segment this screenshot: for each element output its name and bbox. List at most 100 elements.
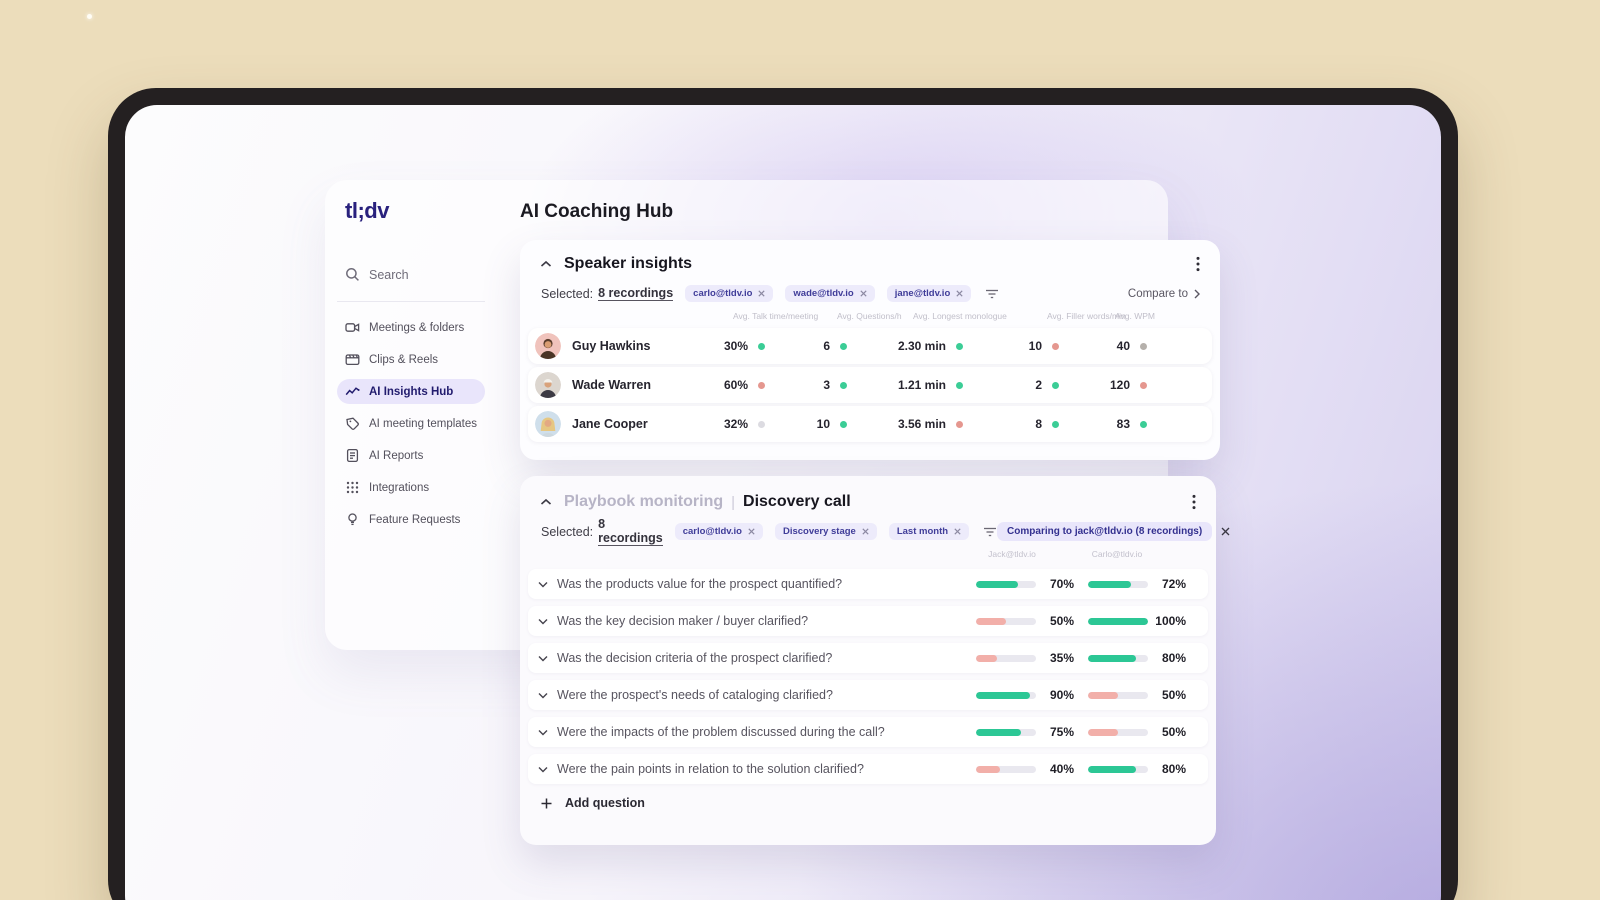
search-input[interactable]: Search	[345, 267, 409, 282]
grid-dots-icon	[346, 481, 359, 494]
chevron-down-icon[interactable]	[538, 618, 548, 625]
avatar	[535, 411, 561, 437]
percent-value: 50%	[1161, 725, 1186, 739]
table-row[interactable]: Guy Hawkins 30% 6 2.30 min 10 40	[528, 328, 1212, 364]
status-dot	[839, 420, 847, 428]
compare-to-button[interactable]: Compare to	[1128, 288, 1200, 300]
table-column-headers: Avg. Talk time/meeting Avg. Questions/h …	[528, 311, 1198, 322]
filler-words-value: 10	[1028, 339, 1042, 353]
table-row[interactable]: Jane Cooper 32% 10 3.56 min 8 83	[528, 406, 1212, 442]
chevron-down-icon[interactable]	[538, 766, 548, 773]
speaker-name: Jane Cooper	[572, 417, 648, 431]
sidebar-item-integrations[interactable]: Integrations	[337, 475, 485, 500]
close-icon[interactable]	[862, 528, 869, 535]
filler-words-value: 2	[1035, 378, 1042, 392]
chevron-down-icon[interactable]	[538, 655, 548, 662]
question-row[interactable]: Was the products value for the prospect …	[528, 569, 1208, 599]
column-header: Avg. Talk time/meeting	[733, 311, 819, 321]
comparison-column-labels: Jack@tldv.io Carlo@tldv.io	[528, 549, 1205, 561]
page-title: AI Coaching Hub	[520, 201, 674, 222]
status-dot	[757, 342, 765, 350]
chevron-up-icon[interactable]	[540, 260, 552, 268]
question-row[interactable]: Was the decision criteria of the prospec…	[528, 643, 1208, 673]
percent-value: 40%	[1049, 762, 1074, 776]
sidebar-item-meetings-folders[interactable]: Meetings & folders	[337, 315, 485, 340]
status-dot	[839, 342, 847, 350]
speaker-insights-card: Speaker insights Selected: 8 recordings …	[520, 240, 1220, 460]
question-row[interactable]: Were the impacts of the problem discusse…	[528, 717, 1208, 747]
sidebar-item-ai-reports[interactable]: AI Reports	[337, 443, 485, 468]
playbook-questions: Was the products value for the prospect …	[528, 569, 1208, 784]
kebab-menu-icon[interactable]	[1192, 494, 1196, 510]
status-dot	[955, 420, 963, 428]
filter-chip[interactable]: Discovery stage	[774, 523, 877, 540]
speaker-table: Guy Hawkins 30% 6 2.30 min 10 40 Wade Wa…	[528, 328, 1212, 442]
percent-value: 80%	[1161, 762, 1186, 776]
column-header: Avg. Filler words/min	[1047, 311, 1126, 321]
progress-bar	[1088, 654, 1148, 662]
selected-count-link[interactable]: 8 recordings	[598, 286, 674, 301]
close-icon[interactable]	[1221, 527, 1230, 536]
sidebar-item-feature-requests[interactable]: Feature Requests	[337, 507, 485, 532]
close-icon[interactable]	[954, 528, 961, 535]
talk-time-value: 60%	[723, 378, 748, 392]
percent-value: 50%	[1049, 614, 1074, 628]
chart-line-icon	[345, 387, 360, 396]
chevron-down-icon[interactable]	[538, 581, 548, 588]
close-icon[interactable]	[956, 290, 963, 297]
filter-chip[interactable]: jane@tldv.io	[886, 285, 972, 302]
close-icon[interactable]	[748, 528, 755, 535]
question-row[interactable]: Was the key decision maker / buyer clari…	[528, 606, 1208, 636]
status-dot	[839, 381, 847, 389]
filter-chip[interactable]: wade@tldv.io	[785, 285, 875, 302]
comparing-to-badge[interactable]: Comparing to jack@tldv.io (8 recordings)	[997, 522, 1213, 541]
question-row[interactable]: Were the prospect's needs of cataloging …	[528, 680, 1208, 710]
chip-label: jane@tldv.io	[894, 288, 951, 299]
percent-value: 100%	[1155, 614, 1186, 628]
progress-bar	[976, 691, 1036, 699]
filter-funnel-icon[interactable]	[983, 527, 997, 537]
status-dot	[1051, 381, 1059, 389]
question-text: Was the products value for the prospect …	[557, 577, 843, 591]
filter-chip[interactable]: carlo@tldv.io	[685, 285, 774, 302]
sidebar-item-ai-meeting-templates[interactable]: AI meeting templates	[337, 411, 485, 436]
close-icon[interactable]	[860, 290, 867, 297]
status-dot	[1051, 342, 1059, 350]
progress-bar	[1088, 765, 1148, 773]
chevron-down-icon[interactable]	[538, 729, 548, 736]
speaker-name: Guy Hawkins	[572, 339, 651, 353]
sidebar-item-ai-insights-hub[interactable]: AI Insights Hub	[337, 379, 485, 404]
sidebar-item-label: AI meeting templates	[369, 417, 478, 430]
avatar	[535, 372, 561, 398]
add-question-label: Add question	[565, 796, 645, 810]
wpm-value: 40	[1116, 339, 1130, 353]
percent-value: 50%	[1161, 688, 1186, 702]
close-icon[interactable]	[758, 290, 766, 297]
filter-chip[interactable]: Last month	[888, 523, 970, 540]
card-title: Speaker insights	[564, 255, 693, 272]
progress-bar	[976, 728, 1036, 736]
chip-label: carlo@tldv.io	[693, 288, 753, 299]
add-question-button[interactable]: Add question	[541, 796, 1216, 810]
speaker-name: Wade Warren	[572, 378, 651, 392]
sidebar-item-clips-reels[interactable]: Clips & Reels	[337, 347, 485, 372]
chevron-up-icon[interactable]	[540, 498, 552, 506]
plus-icon	[541, 798, 552, 808]
avatar	[535, 333, 561, 359]
selected-count-link[interactable]: 8 recordings	[598, 517, 663, 546]
monologue-value: 3.56 min	[897, 417, 946, 431]
chevron-down-icon[interactable]	[538, 692, 548, 699]
kebab-menu-icon[interactable]	[1196, 256, 1200, 272]
status-dot	[955, 342, 963, 350]
template-tag-icon	[346, 417, 359, 430]
sidebar-item-label: AI Insights Hub	[369, 385, 454, 398]
filter-chip[interactable]: carlo@tldv.io	[674, 523, 763, 540]
question-text: Was the key decision maker / buyer clari…	[557, 614, 809, 628]
search-label: Search	[369, 267, 409, 282]
report-document-icon	[346, 448, 359, 463]
filter-funnel-icon[interactable]	[985, 289, 999, 299]
table-row[interactable]: Wade Warren 60% 3 1.21 min 2 120	[528, 367, 1212, 403]
percent-value: 80%	[1161, 651, 1186, 665]
progress-bar	[1088, 728, 1148, 736]
question-row[interactable]: Were the pain points in relation to the …	[528, 754, 1208, 784]
